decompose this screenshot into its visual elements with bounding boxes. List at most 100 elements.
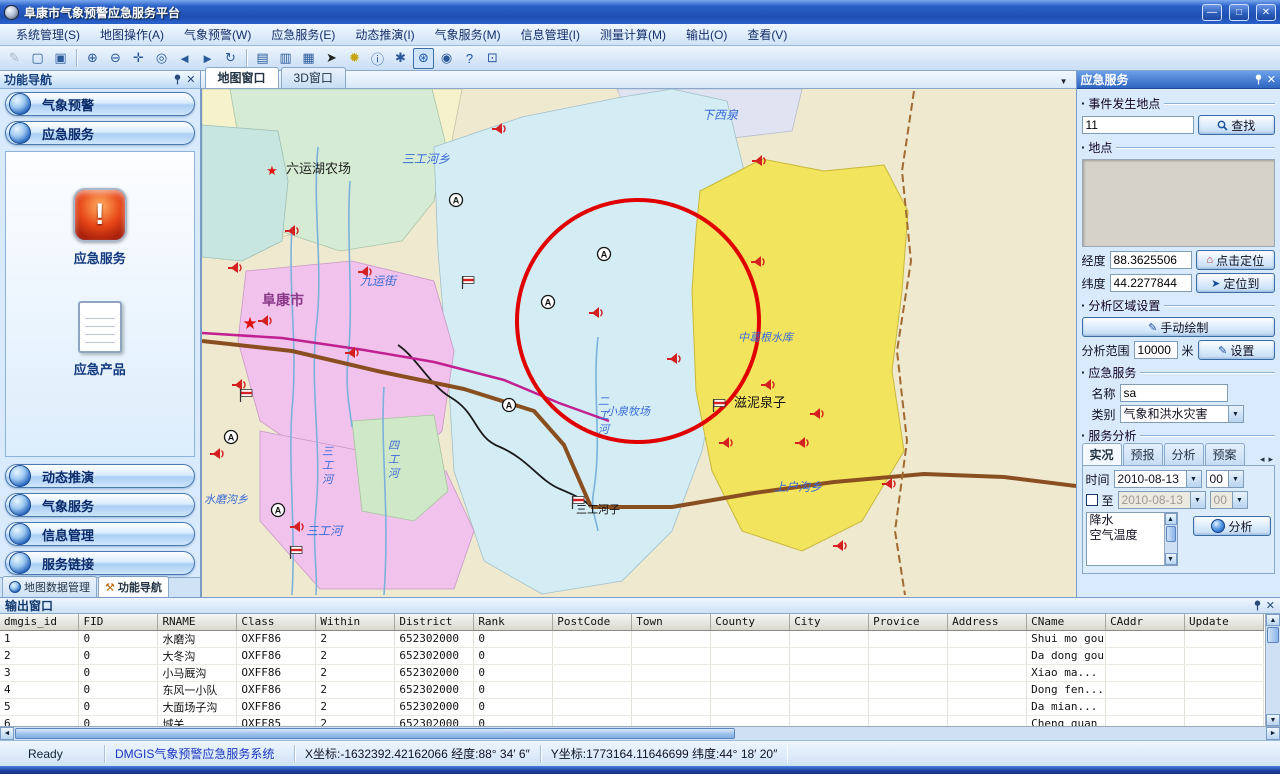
pin-icon[interactable] — [1253, 600, 1262, 611]
time-select[interactable]: 2010-08-13 ▼ — [1114, 470, 1202, 488]
column-header-class[interactable]: Class — [237, 614, 316, 630]
tab-scroll-left-icon[interactable]: ◂ — [1258, 454, 1267, 465]
column-header-update[interactable]: Update — [1185, 614, 1264, 630]
emergency-product-item[interactable]: 应急产品 — [74, 301, 126, 378]
column-header-district[interactable]: District — [395, 614, 474, 630]
hour2-select[interactable]: 00 ▼ — [1210, 491, 1248, 509]
table-row[interactable]: 30小马厩沟OXFF8626523020000Xiao ma... — [0, 664, 1264, 681]
tab-plan[interactable]: 预案 — [1205, 443, 1245, 465]
scroll-up-icon[interactable]: ▲ — [1165, 513, 1177, 525]
nav-service-links[interactable]: 服务链接 — [5, 551, 195, 575]
table-row[interactable]: 20大冬沟OXFF8626523020000Da dong gou — [0, 647, 1264, 664]
table-row[interactable]: 60城关OXFF8526523020000Cheng guan — [0, 715, 1264, 726]
analyze-button[interactable]: 分析 — [1193, 516, 1271, 536]
pan-hand-icon[interactable]: ✛ — [128, 48, 149, 69]
nav-weather-service[interactable]: 气象服务 — [5, 493, 195, 517]
hour-select[interactable]: 00 ▼ — [1206, 470, 1244, 488]
nav-info-management[interactable]: 信息管理 — [5, 522, 195, 546]
close-icon[interactable]: ✕ — [1267, 73, 1276, 86]
scroll-right-icon[interactable]: ► — [1266, 727, 1280, 740]
print-map-icon[interactable]: ▦ — [298, 48, 319, 69]
column-header-fid[interactable]: FID — [79, 614, 158, 630]
click-locate-button[interactable]: ⌂ 点击定位 — [1196, 250, 1275, 270]
scroll-left-icon[interactable]: ◄ — [0, 727, 14, 740]
tab-function-nav[interactable]: ⚒ 功能导航 — [98, 576, 169, 597]
time2-select[interactable]: 2010-08-13 ▼ — [1118, 491, 1206, 509]
menu-item-5[interactable]: 动态推演(I) — [345, 24, 424, 45]
scroll-down-icon[interactable]: ▼ — [1266, 714, 1280, 726]
menu-item-1[interactable]: 系统管理(S) — [6, 24, 90, 45]
menu-item-3[interactable]: 气象预警(W) — [174, 24, 261, 45]
refresh-map-icon[interactable]: ↻ — [220, 48, 241, 69]
column-header-county[interactable]: County — [711, 614, 790, 630]
clear-selection-icon[interactable]: ▣ — [50, 48, 71, 69]
column-header-town[interactable]: Town — [632, 614, 711, 630]
close-icon[interactable]: ✕ — [186, 73, 195, 86]
zoom-in-icon[interactable]: ⊕ — [82, 48, 103, 69]
menu-item-2[interactable]: 地图操作(A) — [90, 24, 174, 45]
pointer-select-icon[interactable]: ➤ — [321, 48, 342, 69]
menu-item-4[interactable]: 应急服务(E) — [261, 24, 345, 45]
layer-manager-icon[interactable]: ▥ — [275, 48, 296, 69]
service-type-select[interactable]: 气象和洪水灾害 ▼ — [1120, 405, 1244, 423]
scroll-up-icon[interactable]: ▲ — [1266, 614, 1280, 626]
map-tab-dropdown-icon[interactable]: ▼ — [1056, 77, 1072, 88]
column-header-postcode[interactable]: PostCode — [553, 614, 632, 630]
close-icon[interactable]: ✕ — [1266, 599, 1275, 612]
analysis-element-list[interactable]: 降水空气温度 ▲ ▼ — [1086, 512, 1178, 566]
menu-item-7[interactable]: 信息管理(I) — [511, 24, 590, 45]
list-scrollbar[interactable]: ▲ ▼ — [1164, 513, 1177, 565]
menu-item-9[interactable]: 输出(O) — [676, 24, 737, 45]
tab-map-window[interactable]: 地图窗口 — [205, 67, 279, 88]
scroll-down-icon[interactable]: ▼ — [1165, 553, 1177, 565]
tab-scroll-right-icon[interactable]: ▸ — [1266, 454, 1275, 465]
nav-emergency-service[interactable]: 应急服务 — [5, 121, 195, 145]
map-canvas[interactable]: A — [201, 89, 1076, 597]
column-header-rank[interactable]: Rank — [474, 614, 553, 630]
set-range-button[interactable]: ✎ 设置 — [1198, 340, 1275, 360]
tab-analysis[interactable]: 分析 — [1164, 443, 1204, 465]
network-globe-icon[interactable]: ⊛ — [413, 48, 434, 69]
minimize-button[interactable]: — — [1202, 4, 1222, 21]
overview-map-icon[interactable]: ▤ — [252, 48, 273, 69]
export-image-icon[interactable]: ⊡ — [482, 48, 503, 69]
to-checkbox[interactable] — [1086, 494, 1098, 506]
locate-to-button[interactable]: ➤ 定位到 — [1196, 273, 1275, 293]
scrollbar-thumb[interactable] — [1166, 526, 1176, 542]
service-name-input[interactable] — [1120, 384, 1228, 402]
menu-item-6[interactable]: 气象服务(M) — [425, 24, 511, 45]
search-button[interactable]: 查找 — [1198, 115, 1276, 135]
visibility-eye-icon[interactable]: ◉ — [436, 48, 457, 69]
column-header-cname[interactable]: CName — [1027, 614, 1106, 630]
column-header-within[interactable]: Within — [316, 614, 395, 630]
select-region-icon[interactable]: ▢ — [27, 48, 48, 69]
tab-live[interactable]: 实况 — [1082, 443, 1122, 465]
table-row[interactable]: 50大面场子沟OXFF8626523020000Da mian... — [0, 698, 1264, 715]
close-button[interactable]: ✕ — [1256, 4, 1276, 21]
nav-weather-warning[interactable]: 气象预警 — [5, 92, 195, 116]
settings-gear-icon[interactable]: ✱ — [390, 48, 411, 69]
column-header-address[interactable]: Address — [948, 614, 1027, 630]
latitude-input[interactable] — [1110, 274, 1192, 292]
full-extent-icon[interactable]: ◎ — [151, 48, 172, 69]
scrollbar-thumb[interactable] — [15, 728, 735, 739]
column-header-rname[interactable]: RNAME — [158, 614, 237, 630]
zoom-forward-icon[interactable]: ► — [197, 48, 218, 69]
help-icon[interactable]: ? — [459, 48, 480, 69]
pin-icon[interactable] — [1254, 74, 1263, 85]
zoom-back-icon[interactable]: ◄ — [174, 48, 195, 69]
output-vertical-scrollbar[interactable]: ▲ ▼ — [1265, 614, 1280, 726]
output-horizontal-scrollbar[interactable]: ◄ ► — [0, 726, 1280, 740]
scrollbar-thumb[interactable] — [1267, 627, 1279, 643]
column-header-provice[interactable]: Provice — [869, 614, 948, 630]
menu-item-8[interactable]: 测量计算(M) — [590, 24, 676, 45]
draw-pencil-icon[interactable]: ✎ — [4, 48, 25, 69]
emergency-service-item[interactable]: ! 应急服务 — [73, 188, 127, 267]
column-header-city[interactable]: City — [790, 614, 869, 630]
nav-dynamic-deduction[interactable]: 动态推演 — [5, 464, 195, 488]
pin-icon[interactable] — [173, 74, 182, 85]
flash-locate-icon[interactable]: ✹ — [344, 48, 365, 69]
table-row[interactable]: 10水磨沟OXFF8626523020000Shui mo gou — [0, 630, 1264, 647]
menu-item-10[interactable]: 查看(V) — [737, 24, 797, 45]
column-header-dmgis_id[interactable]: dmgis_id — [0, 614, 79, 630]
